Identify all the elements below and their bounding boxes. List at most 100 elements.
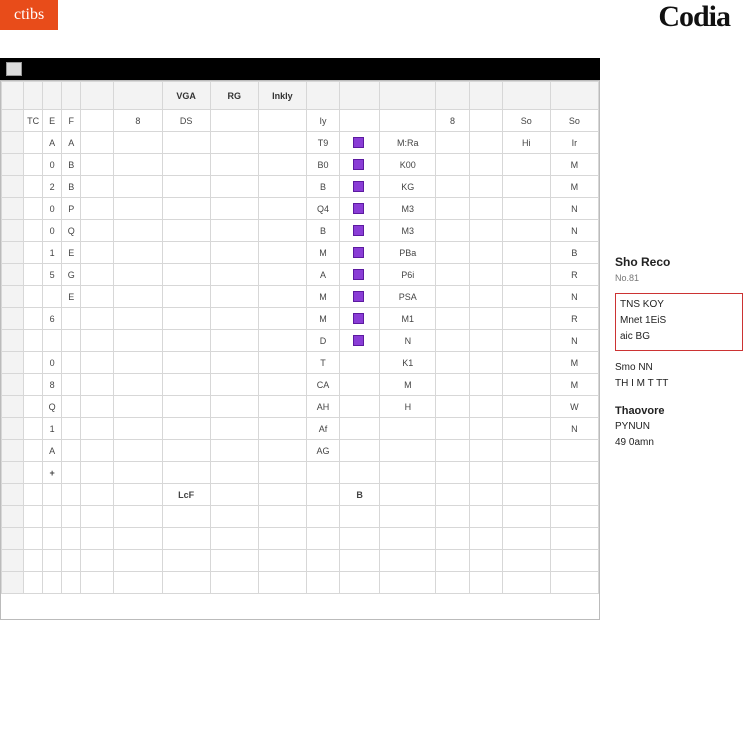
cell[interactable]	[81, 418, 114, 440]
cell[interactable]	[502, 572, 550, 594]
cell[interactable]	[162, 198, 210, 220]
cell[interactable]: T9	[306, 132, 339, 154]
cell[interactable]	[550, 484, 598, 506]
cell[interactable]: N	[550, 198, 598, 220]
cell[interactable]	[436, 330, 469, 352]
cell[interactable]	[436, 506, 469, 528]
cell[interactable]	[258, 374, 306, 396]
cell[interactable]	[502, 352, 550, 374]
cell[interactable]	[436, 484, 469, 506]
table-row[interactable]: 1AfN	[2, 418, 599, 440]
cell[interactable]: A	[43, 440, 62, 462]
table-row[interactable]	[2, 572, 599, 594]
cell[interactable]: M3	[380, 220, 436, 242]
cell[interactable]: 0	[43, 220, 62, 242]
cell[interactable]	[81, 330, 114, 352]
cell[interactable]	[210, 132, 258, 154]
cell[interactable]: H	[380, 396, 436, 418]
cell[interactable]	[436, 154, 469, 176]
cell[interactable]	[340, 396, 380, 418]
cell[interactable]	[469, 374, 502, 396]
cell[interactable]: Ir	[550, 132, 598, 154]
cell[interactable]	[24, 396, 43, 418]
cell[interactable]	[502, 528, 550, 550]
cell[interactable]	[24, 220, 43, 242]
cell[interactable]	[502, 198, 550, 220]
cell[interactable]	[258, 176, 306, 198]
cell[interactable]	[340, 176, 380, 198]
cell[interactable]: B	[306, 220, 339, 242]
cell[interactable]: N	[550, 330, 598, 352]
cell[interactable]	[436, 396, 469, 418]
cell[interactable]	[469, 418, 502, 440]
cell[interactable]	[502, 396, 550, 418]
cell[interactable]: E	[43, 110, 62, 132]
cell[interactable]	[114, 264, 162, 286]
table-row[interactable]: AAT9M:RaHiIr	[2, 132, 599, 154]
cell[interactable]	[162, 330, 210, 352]
cell[interactable]	[436, 132, 469, 154]
cell[interactable]	[62, 440, 81, 462]
cell[interactable]	[24, 550, 43, 572]
cell[interactable]: M	[550, 374, 598, 396]
cell[interactable]	[81, 374, 114, 396]
cell[interactable]	[258, 242, 306, 264]
cell[interactable]	[258, 132, 306, 154]
cell[interactable]	[81, 286, 114, 308]
cell[interactable]	[81, 154, 114, 176]
cell[interactable]	[502, 308, 550, 330]
cell[interactable]	[380, 418, 436, 440]
cell[interactable]	[436, 418, 469, 440]
cell[interactable]	[24, 154, 43, 176]
cell[interactable]	[114, 220, 162, 242]
cell[interactable]	[340, 330, 380, 352]
cell[interactable]	[81, 506, 114, 528]
cell[interactable]	[306, 572, 339, 594]
cell[interactable]	[114, 286, 162, 308]
cell[interactable]	[306, 462, 339, 484]
cell[interactable]	[162, 440, 210, 462]
cell[interactable]	[162, 242, 210, 264]
cell[interactable]	[340, 374, 380, 396]
cell[interactable]: M	[306, 308, 339, 330]
cell[interactable]	[436, 572, 469, 594]
cell[interactable]	[340, 220, 380, 242]
cell[interactable]	[43, 528, 62, 550]
cell[interactable]	[436, 374, 469, 396]
cell[interactable]	[162, 286, 210, 308]
cell[interactable]	[24, 462, 43, 484]
cell[interactable]	[306, 528, 339, 550]
cell[interactable]	[550, 462, 598, 484]
cell[interactable]	[24, 198, 43, 220]
table-row[interactable]: 0QBM3N	[2, 220, 599, 242]
table-row[interactable]: LcFB	[2, 484, 599, 506]
cell[interactable]	[340, 308, 380, 330]
cell[interactable]	[210, 484, 258, 506]
cell[interactable]	[340, 264, 380, 286]
cell[interactable]	[210, 506, 258, 528]
cell[interactable]	[24, 330, 43, 352]
cell[interactable]	[162, 308, 210, 330]
cell[interactable]	[210, 396, 258, 418]
cell[interactable]	[81, 308, 114, 330]
cell[interactable]	[380, 110, 436, 132]
cell[interactable]	[81, 242, 114, 264]
cell[interactable]	[258, 220, 306, 242]
table-row[interactable]: 0TK1M	[2, 352, 599, 374]
cell[interactable]	[258, 462, 306, 484]
cell[interactable]	[469, 506, 502, 528]
cell[interactable]	[162, 220, 210, 242]
cell[interactable]	[550, 550, 598, 572]
cell[interactable]: TC	[24, 110, 43, 132]
cell[interactable]	[162, 154, 210, 176]
cell[interactable]: F	[62, 110, 81, 132]
cell[interactable]	[210, 286, 258, 308]
cell[interactable]	[62, 396, 81, 418]
cell[interactable]	[502, 176, 550, 198]
cell[interactable]	[502, 154, 550, 176]
cell[interactable]	[436, 308, 469, 330]
cell[interactable]: N	[550, 220, 598, 242]
cell[interactable]	[210, 264, 258, 286]
cell[interactable]	[502, 440, 550, 462]
cell[interactable]	[502, 550, 550, 572]
